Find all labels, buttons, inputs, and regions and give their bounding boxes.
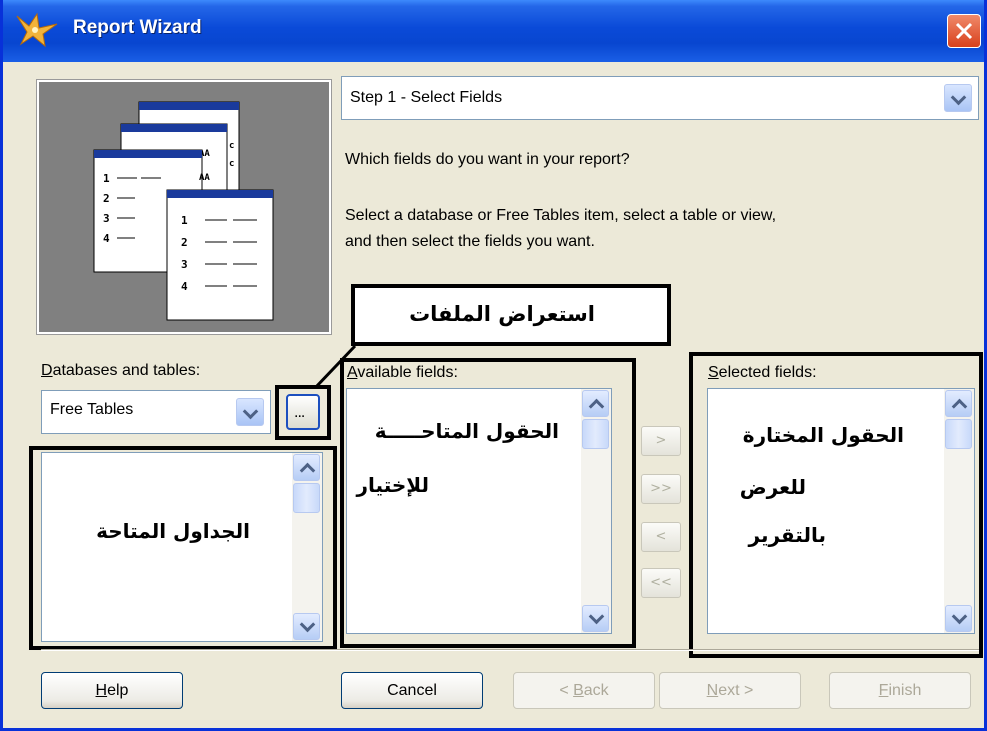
- close-icon: [955, 22, 973, 40]
- step-selector-value: Step 1 - Select Fields: [350, 89, 503, 106]
- add-field-button[interactable]: >: [641, 426, 681, 456]
- report-wizard-window: Report Wizard AA c c AA 1 2 3 4 1 2 3 4 …: [0, 0, 987, 731]
- preview-row-number: 2: [181, 236, 188, 249]
- available-annotation-frame: [340, 358, 636, 648]
- separator: [41, 649, 979, 651]
- step-selector[interactable]: Step 1 - Select Fields: [341, 76, 979, 120]
- databases-label: Databases and tables:: [41, 362, 201, 379]
- chevron-down-icon[interactable]: [236, 398, 264, 426]
- next-button[interactable]: Next >: [659, 672, 801, 709]
- selected-annotation-frame: [689, 352, 983, 658]
- databases-combo[interactable]: Free Tables: [41, 390, 271, 434]
- add-all-fields-button[interactable]: >>: [641, 474, 681, 504]
- finish-button[interactable]: Finish: [829, 672, 971, 709]
- browse-button[interactable]: ...: [286, 394, 320, 430]
- browse-annotation: استعراض الملفات: [409, 302, 595, 326]
- wizard-content: AA c c AA 1 2 3 4 1 2 3 4 Step 1 - Selec…: [3, 62, 984, 728]
- preview-row-number: 4: [103, 232, 110, 245]
- chevron-down-icon[interactable]: [944, 84, 972, 112]
- window-title: Report Wizard: [73, 17, 202, 38]
- instruction-line-1: Select a database or Free Tables item, s…: [345, 207, 777, 224]
- stacked-tables-icon: AA c c AA 1 2 3 4 1 2 3 4: [93, 101, 274, 321]
- instruction-line-2: and then select the fields you want.: [345, 233, 595, 250]
- wizard-fox-icon: [16, 12, 58, 48]
- preview-row-number: 3: [181, 258, 188, 271]
- preview-row-number: 2: [103, 192, 110, 205]
- databases-combo-value: Free Tables: [50, 401, 134, 418]
- preview-row-number: 4: [181, 280, 188, 293]
- preview-row-number: 3: [103, 212, 110, 225]
- wizard-preview-image: AA c c AA 1 2 3 4 1 2 3 4: [36, 79, 332, 335]
- close-button[interactable]: [947, 14, 981, 48]
- question-text: Which fields do you want in your report?: [345, 151, 630, 168]
- preview-row-number: 1: [103, 172, 110, 185]
- cancel-button[interactable]: Cancel: [341, 672, 483, 709]
- remove-field-button[interactable]: <: [641, 522, 681, 552]
- svg-text:c: c: [229, 159, 234, 169]
- svg-text:c: c: [229, 141, 234, 151]
- svg-text:AA: AA: [199, 173, 210, 183]
- help-button[interactable]: Help: [41, 672, 183, 709]
- remove-all-fields-button[interactable]: <<: [641, 568, 681, 598]
- preview-row-number: 1: [181, 214, 188, 227]
- browse-annotation-box: استعراض الملفات: [351, 284, 671, 346]
- back-button[interactable]: < Back: [513, 672, 655, 709]
- title-bar[interactable]: Report Wizard: [3, 0, 984, 62]
- tables-annotation-frame: [29, 446, 337, 650]
